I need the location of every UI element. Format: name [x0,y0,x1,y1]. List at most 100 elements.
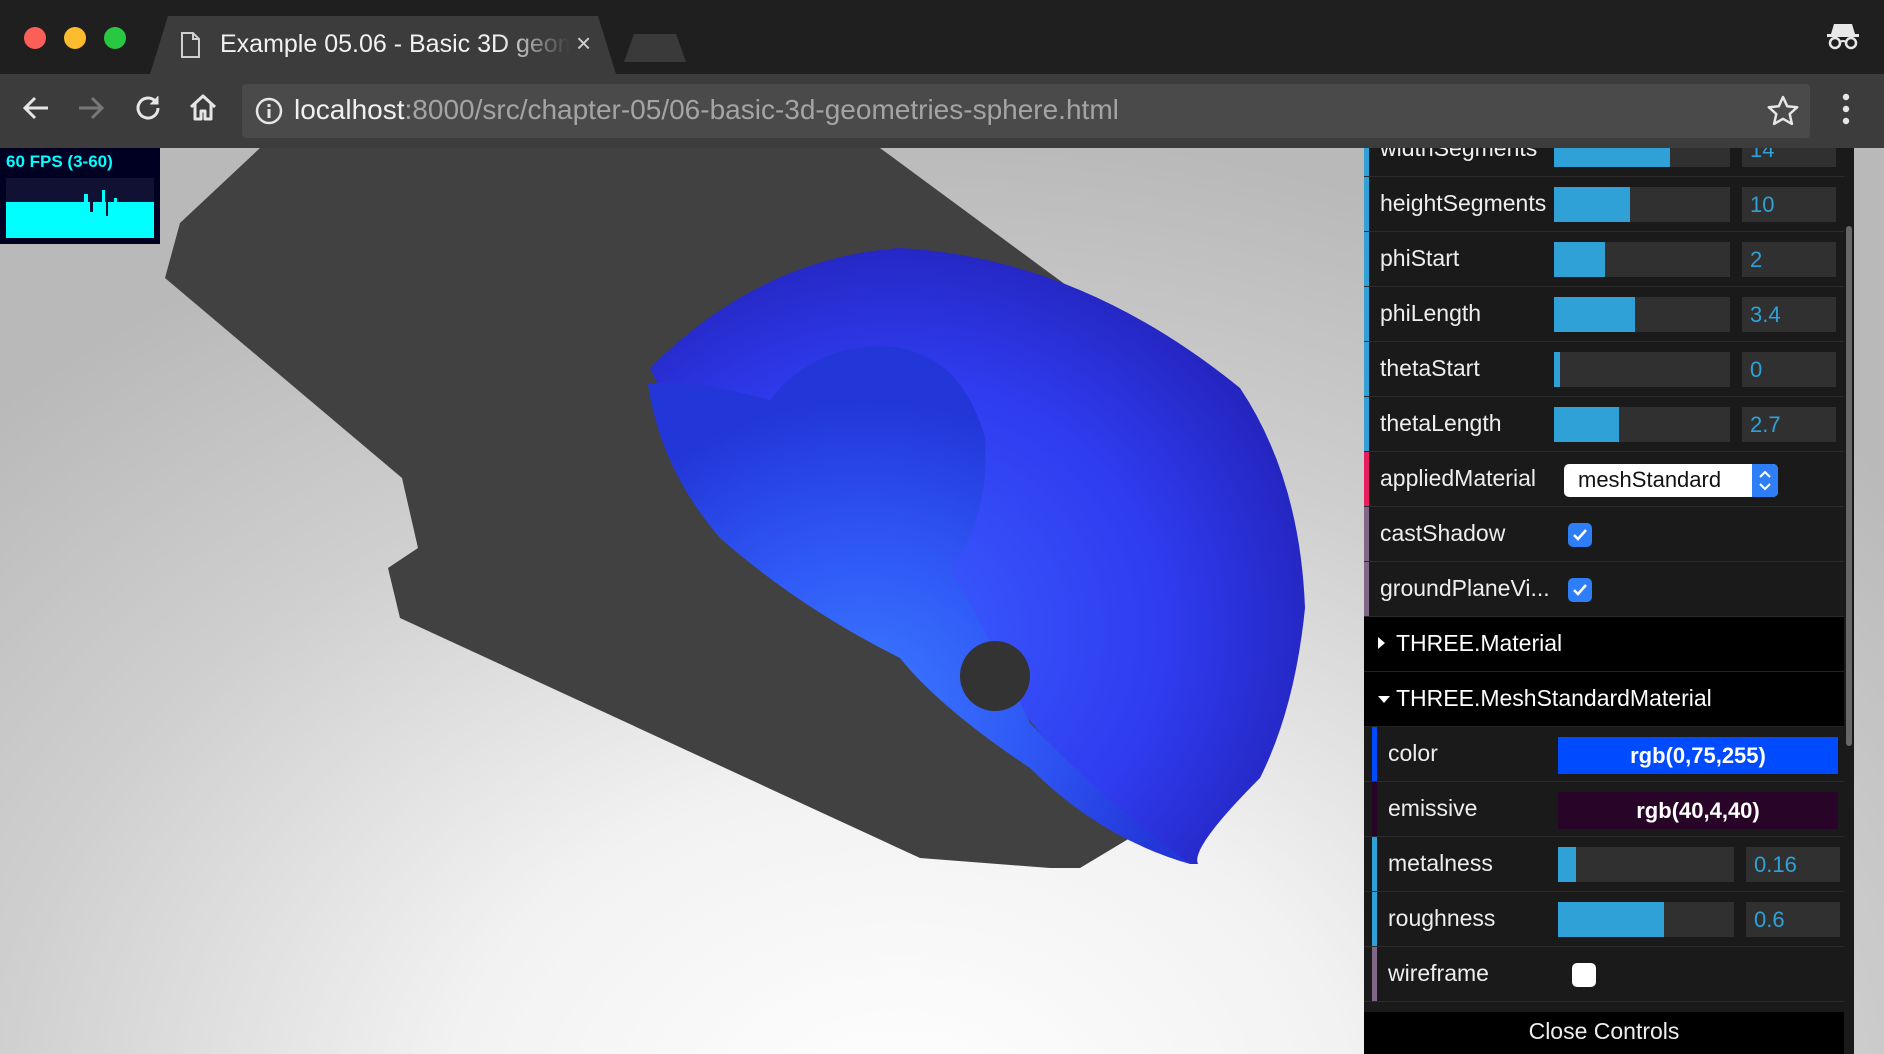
gui-row-widthSegments: widthSegments 14 [1364,148,1844,177]
row-stripe [1372,947,1377,1001]
row-stripe [1364,177,1369,231]
widthSegments-input[interactable]: 14 [1742,148,1836,167]
row-stripe [1364,562,1369,616]
row-label: metalness [1388,850,1493,876]
slider-fill [1554,242,1606,277]
slider-fill [1558,902,1664,937]
fps-graph [6,178,154,238]
tab-close-icon[interactable]: × [576,28,591,59]
caret-right-icon [1378,637,1385,649]
row-stripe [1372,727,1377,781]
row-stripe [1364,397,1369,451]
maximize-window-button[interactable] [104,27,126,49]
row-label: widthSegments [1380,148,1538,161]
back-arrow-icon[interactable] [20,92,52,129]
gui-row-color: color rgb(0,75,255) [1364,727,1844,782]
controls-panel: widthSegments 14 heightSegments 10 phiSt… [1364,148,1844,1054]
groundPlaneVisible-checkbox[interactable] [1568,578,1592,602]
row-stripe [1364,148,1369,176]
address-bar[interactable]: localhost:8000/src/chapter-05/06-basic-3… [242,84,1810,138]
row-label: phiStart [1380,245,1460,271]
document-icon [180,32,200,63]
thetaLength-slider[interactable] [1554,407,1730,442]
close-window-button[interactable] [24,27,46,49]
row-stripe [1364,342,1369,396]
minimize-window-button[interactable] [64,27,86,49]
thetaLength-input[interactable]: 2.7 [1742,407,1836,442]
gui-row-phiLength: phiLength 3.4 [1364,287,1844,342]
folder-title: THREE.Material [1396,630,1563,656]
slider-fill [1554,148,1671,167]
fps-stats-panel[interactable]: 60 FPS (3-60) [0,148,160,244]
gui-row-roughness: roughness 0.6 [1364,892,1844,947]
controls-scrollbar[interactable] [1844,148,1854,1054]
slider-fill [1554,297,1635,332]
bookmark-star-icon[interactable] [1766,94,1800,133]
castShadow-checkbox[interactable] [1568,523,1592,547]
gui-row-castShadow: castShadow [1364,507,1844,562]
roughness-input[interactable]: 0.6 [1746,902,1840,937]
row-label: thetaStart [1380,355,1480,381]
phiStart-input[interactable]: 2 [1742,242,1836,277]
home-icon[interactable] [187,92,219,129]
reload-icon[interactable] [132,92,164,129]
row-label: color [1388,740,1438,766]
row-stripe [1364,287,1369,341]
row-label: wireframe [1388,960,1489,986]
slider-fill [1554,352,1560,387]
row-value: 0 [1750,357,1763,382]
row-value: 14 [1750,148,1775,162]
heightSegments-input[interactable]: 10 [1742,187,1836,222]
folder-three-meshstandardmaterial[interactable]: THREE.MeshStandardMaterial [1364,672,1844,727]
thetaStart-input[interactable]: 0 [1742,352,1836,387]
gui-row-groundPlaneVisible: groundPlaneVi... [1364,562,1844,617]
emissive-swatch[interactable]: rgb(40,4,40) [1558,792,1838,829]
row-stripe [1372,782,1377,836]
caret-down-icon [1378,696,1390,703]
folder-title: THREE.MeshStandardMaterial [1396,685,1712,711]
browser-menu-icon[interactable] [1840,92,1852,131]
url-text: localhost:8000/src/chapter-05/06-basic-3… [294,94,1119,126]
fps-text: 60 FPS (3-60) [6,152,113,171]
gui-row-metalness: metalness 0.16 [1364,837,1844,892]
wireframe-checkbox[interactable] [1572,963,1596,987]
row-value: 0.16 [1754,852,1797,877]
scrollbar-thumb[interactable] [1846,226,1852,746]
row-stripe [1364,507,1369,561]
gui-row-thetaLength: thetaLength 2.7 [1364,397,1844,452]
row-label: thetaLength [1380,410,1502,436]
appliedMaterial-select[interactable]: meshStandard [1564,464,1778,497]
row-value: 10 [1750,192,1775,217]
phiStart-slider[interactable] [1554,242,1730,277]
roughness-slider[interactable] [1558,902,1734,937]
row-value: 0.6 [1754,907,1785,932]
incognito-icon [1826,20,1860,55]
row-value: 2.7 [1750,412,1781,437]
browser-tab[interactable]: Example 05.06 - Basic 3D geometries - Sp… [150,16,616,74]
color-swatch[interactable]: rgb(0,75,255) [1558,737,1838,774]
row-label: roughness [1388,905,1496,931]
row-value: 2 [1750,247,1763,272]
folder-three-material[interactable]: THREE.Material [1364,617,1844,672]
new-tab-button[interactable] [624,34,686,62]
url-host: localhost [294,94,405,125]
shadow-notch [960,641,1030,711]
widthSegments-slider[interactable] [1554,148,1730,167]
thetaStart-slider[interactable] [1554,352,1730,387]
phiLength-slider[interactable] [1554,297,1730,332]
row-stripe [1364,232,1369,286]
metalness-slider[interactable] [1558,847,1734,882]
row-label: castShadow [1380,520,1506,546]
heightSegments-slider[interactable] [1554,187,1730,222]
row-stripe [1364,452,1369,506]
phiLength-input[interactable]: 3.4 [1742,297,1836,332]
forward-arrow-icon[interactable] [75,92,107,129]
info-icon[interactable] [254,96,284,131]
checkmark-icon [1573,584,1587,596]
metalness-input[interactable]: 0.16 [1746,847,1840,882]
close-controls-button[interactable]: Close Controls [1364,1012,1844,1054]
row-label: appliedMaterial [1380,465,1536,491]
gui-row-phiStart: phiStart 2 [1364,232,1844,287]
slider-fill [1558,847,1576,882]
row-value: 3.4 [1750,302,1781,327]
